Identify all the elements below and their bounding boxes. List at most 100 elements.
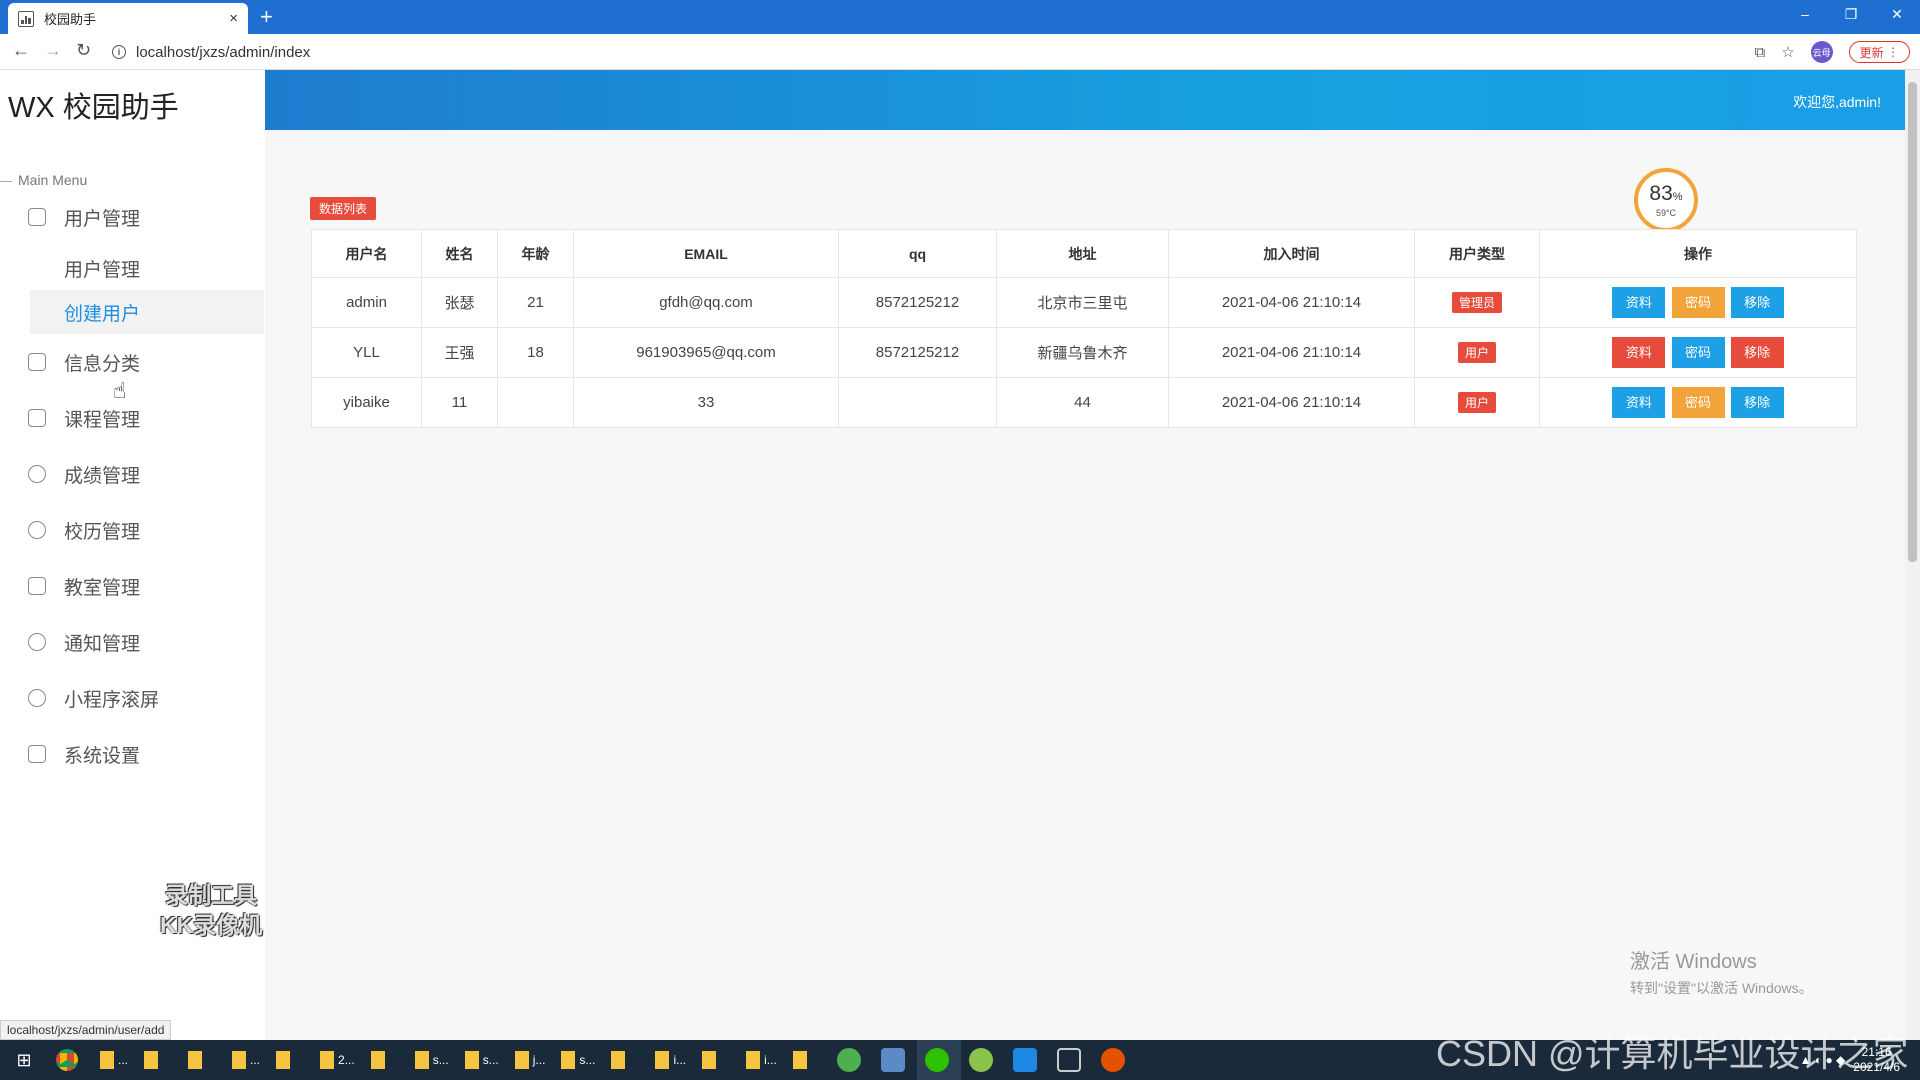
table-row: admin 张瑟 21 gfdh@qq.com 8572125212 北京市三里… bbox=[311, 277, 1857, 328]
forward-arrow-icon[interactable]: → bbox=[44, 40, 62, 61]
taskbar-folder[interactable]: s... bbox=[407, 1040, 457, 1080]
address-bar: ← → ↻ i localhost/jxzs/admin/index ⧉ ☆ 云… bbox=[0, 34, 1920, 70]
profile-button[interactable]: 资料 bbox=[1612, 287, 1666, 318]
folder-icon bbox=[702, 1051, 717, 1069]
sidebar-subitem-label: 用户管理 bbox=[64, 259, 141, 281]
sidebar-item-system-settings[interactable]: 系统设置 bbox=[28, 737, 260, 771]
info-icon[interactable]: i bbox=[112, 45, 126, 59]
taskbar-folder[interactable] bbox=[785, 1040, 829, 1080]
chart-favicon-icon bbox=[18, 10, 34, 27]
taskbar-app-calculator[interactable] bbox=[873, 1040, 917, 1080]
folder-icon bbox=[370, 1051, 385, 1069]
taskbar-app-chat[interactable] bbox=[961, 1040, 1005, 1080]
taskbar-folder[interactable] bbox=[694, 1040, 738, 1080]
bookmark-star-icon[interactable]: ☆ bbox=[1781, 43, 1794, 61]
sidebar-subitem-create-user[interactable]: 创建用户 bbox=[30, 290, 264, 334]
close-window-button[interactable]: ✕ bbox=[1874, 0, 1920, 28]
user-type-badge: 管理员 bbox=[1451, 292, 1502, 313]
taskbar-app-vscode[interactable] bbox=[1005, 1040, 1049, 1080]
cell-age: 21 bbox=[497, 277, 574, 328]
table-row: YLL 王强 18 961903965@qq.com 8572125212 新疆… bbox=[311, 327, 1857, 378]
taskbar-folder[interactable]: j... bbox=[507, 1040, 554, 1080]
sidebar-item-calendar-management[interactable]: 校历管理 bbox=[28, 513, 260, 547]
taskbar-folder[interactable] bbox=[603, 1040, 647, 1080]
taskbar-folder[interactable]: ... bbox=[224, 1040, 268, 1080]
sidebar-item-classroom-management[interactable]: 教室管理 bbox=[28, 569, 260, 603]
sidebar-item-info-category[interactable]: 信息分类 bbox=[28, 345, 260, 379]
close-tab-icon[interactable]: × bbox=[229, 10, 238, 27]
calendar-icon bbox=[28, 745, 46, 763]
password-button[interactable]: 密码 bbox=[1671, 337, 1725, 368]
update-button[interactable]: 更新 ⋮ bbox=[1848, 41, 1910, 63]
sidebar-subitem-user-management[interactable]: 用户管理 bbox=[30, 246, 264, 290]
profile-avatar[interactable]: 云母 bbox=[1810, 41, 1833, 63]
windows-start-icon[interactable]: ⊞ bbox=[0, 1040, 48, 1080]
back-arrow-icon[interactable]: ← bbox=[12, 40, 30, 61]
taskbar-folder[interactable]: s... bbox=[553, 1040, 603, 1080]
cpu-gauge[interactable]: 83% 59°C bbox=[1634, 168, 1698, 232]
sidebar-item-label: 小程序滚屏 bbox=[64, 689, 160, 711]
sidebar-item-label: 系统设置 bbox=[64, 745, 141, 767]
taskbar-folder[interactable]: ... bbox=[92, 1040, 136, 1080]
new-tab-button[interactable]: + bbox=[260, 4, 273, 30]
taskbar-folder[interactable] bbox=[180, 1040, 224, 1080]
taskbar-app-pen[interactable] bbox=[1049, 1040, 1093, 1080]
gauge-value: 83 bbox=[1649, 181, 1673, 205]
sidebar-item-notice-management[interactable]: 通知管理 bbox=[28, 625, 260, 659]
sidebar-item-label: 通知管理 bbox=[64, 633, 141, 655]
taskbar-folder[interactable] bbox=[136, 1040, 180, 1080]
profile-button[interactable]: 资料 bbox=[1612, 337, 1666, 368]
cell-address: 新疆乌鲁木齐 bbox=[996, 327, 1169, 378]
taskbar-label: s... bbox=[432, 1053, 449, 1067]
chat-bubble-icon bbox=[968, 1048, 993, 1072]
remove-button[interactable]: 移除 bbox=[1730, 287, 1784, 318]
restore-button[interactable]: ❐ bbox=[1828, 0, 1874, 28]
password-button[interactable]: 密码 bbox=[1671, 387, 1725, 418]
activation-subtitle: 转到"设置"以激活 Windows。 bbox=[1630, 980, 1813, 996]
sidebar-item-miniapp-scroll[interactable]: 小程序滚屏 bbox=[28, 681, 260, 715]
remove-button[interactable]: 移除 bbox=[1730, 337, 1784, 368]
taskbar-app-recorder[interactable] bbox=[1093, 1040, 1137, 1080]
status-bar-url: localhost/jxzs/admin/user/add bbox=[0, 1020, 172, 1040]
taskbar-folder[interactable]: i... bbox=[647, 1040, 694, 1080]
cell-joined: 2021-04-06 21:10:14 bbox=[1168, 327, 1415, 378]
cell-address: 北京市三里屯 bbox=[996, 277, 1169, 328]
translate-icon[interactable]: ⧉ bbox=[1754, 44, 1765, 61]
arrow-up-circle-icon bbox=[28, 633, 46, 651]
sidebar-item-grade-management[interactable]: 成绩管理 bbox=[28, 457, 260, 491]
cell-actions: 资料 密码 移除 bbox=[1539, 327, 1857, 378]
cell-joined: 2021-04-06 21:10:14 bbox=[1168, 377, 1415, 428]
windows-activation-notice: 激活 Windows 转到"设置"以激活 Windows。 bbox=[1630, 945, 1813, 998]
leaf-app-icon bbox=[836, 1048, 861, 1072]
sidebar-item-user-management[interactable]: 用户管理 bbox=[28, 200, 260, 234]
remove-button[interactable]: 移除 bbox=[1730, 387, 1784, 418]
minimize-button[interactable]: – bbox=[1782, 0, 1828, 28]
scrollbar-thumb[interactable] bbox=[1908, 82, 1917, 562]
vscode-icon bbox=[1012, 1048, 1037, 1072]
cell-email: gfdh@qq.com bbox=[573, 277, 839, 328]
sidebar-item-label: 用户管理 bbox=[64, 208, 141, 230]
sidebar-item-course-management[interactable]: 课程管理 bbox=[28, 401, 260, 435]
taskbar-folder[interactable]: s... bbox=[457, 1040, 507, 1080]
profile-button[interactable]: 资料 bbox=[1612, 387, 1666, 418]
reload-icon[interactable]: ↻ bbox=[76, 40, 91, 61]
taskbar-folder[interactable]: i... bbox=[738, 1040, 785, 1080]
page-scrollbar[interactable] bbox=[1905, 70, 1920, 1040]
activation-title: 激活 Windows bbox=[1630, 951, 1757, 973]
taskbar-app-wechat[interactable] bbox=[916, 1040, 961, 1080]
folder-icon bbox=[561, 1051, 576, 1069]
taskbar-folder[interactable]: 2... bbox=[312, 1040, 363, 1080]
url-field[interactable]: i localhost/jxzs/admin/index bbox=[112, 39, 1752, 65]
taskbar-chrome[interactable] bbox=[48, 1040, 92, 1080]
browser-tab-bar: 校园助手 × + – ❐ ✕ bbox=[0, 0, 1920, 34]
taskbar-folder[interactable] bbox=[363, 1040, 407, 1080]
taskbar-app-green[interactable] bbox=[829, 1040, 873, 1080]
folder-icon bbox=[276, 1051, 291, 1069]
folder-icon bbox=[414, 1051, 429, 1069]
browser-tab[interactable]: 校园助手 × bbox=[8, 3, 248, 34]
magnet-icon bbox=[28, 409, 46, 427]
taskbar-folder[interactable] bbox=[268, 1040, 312, 1080]
password-button[interactable]: 密码 bbox=[1671, 287, 1725, 318]
taskbar-label: ... bbox=[250, 1053, 261, 1067]
folder-icon bbox=[144, 1051, 159, 1069]
